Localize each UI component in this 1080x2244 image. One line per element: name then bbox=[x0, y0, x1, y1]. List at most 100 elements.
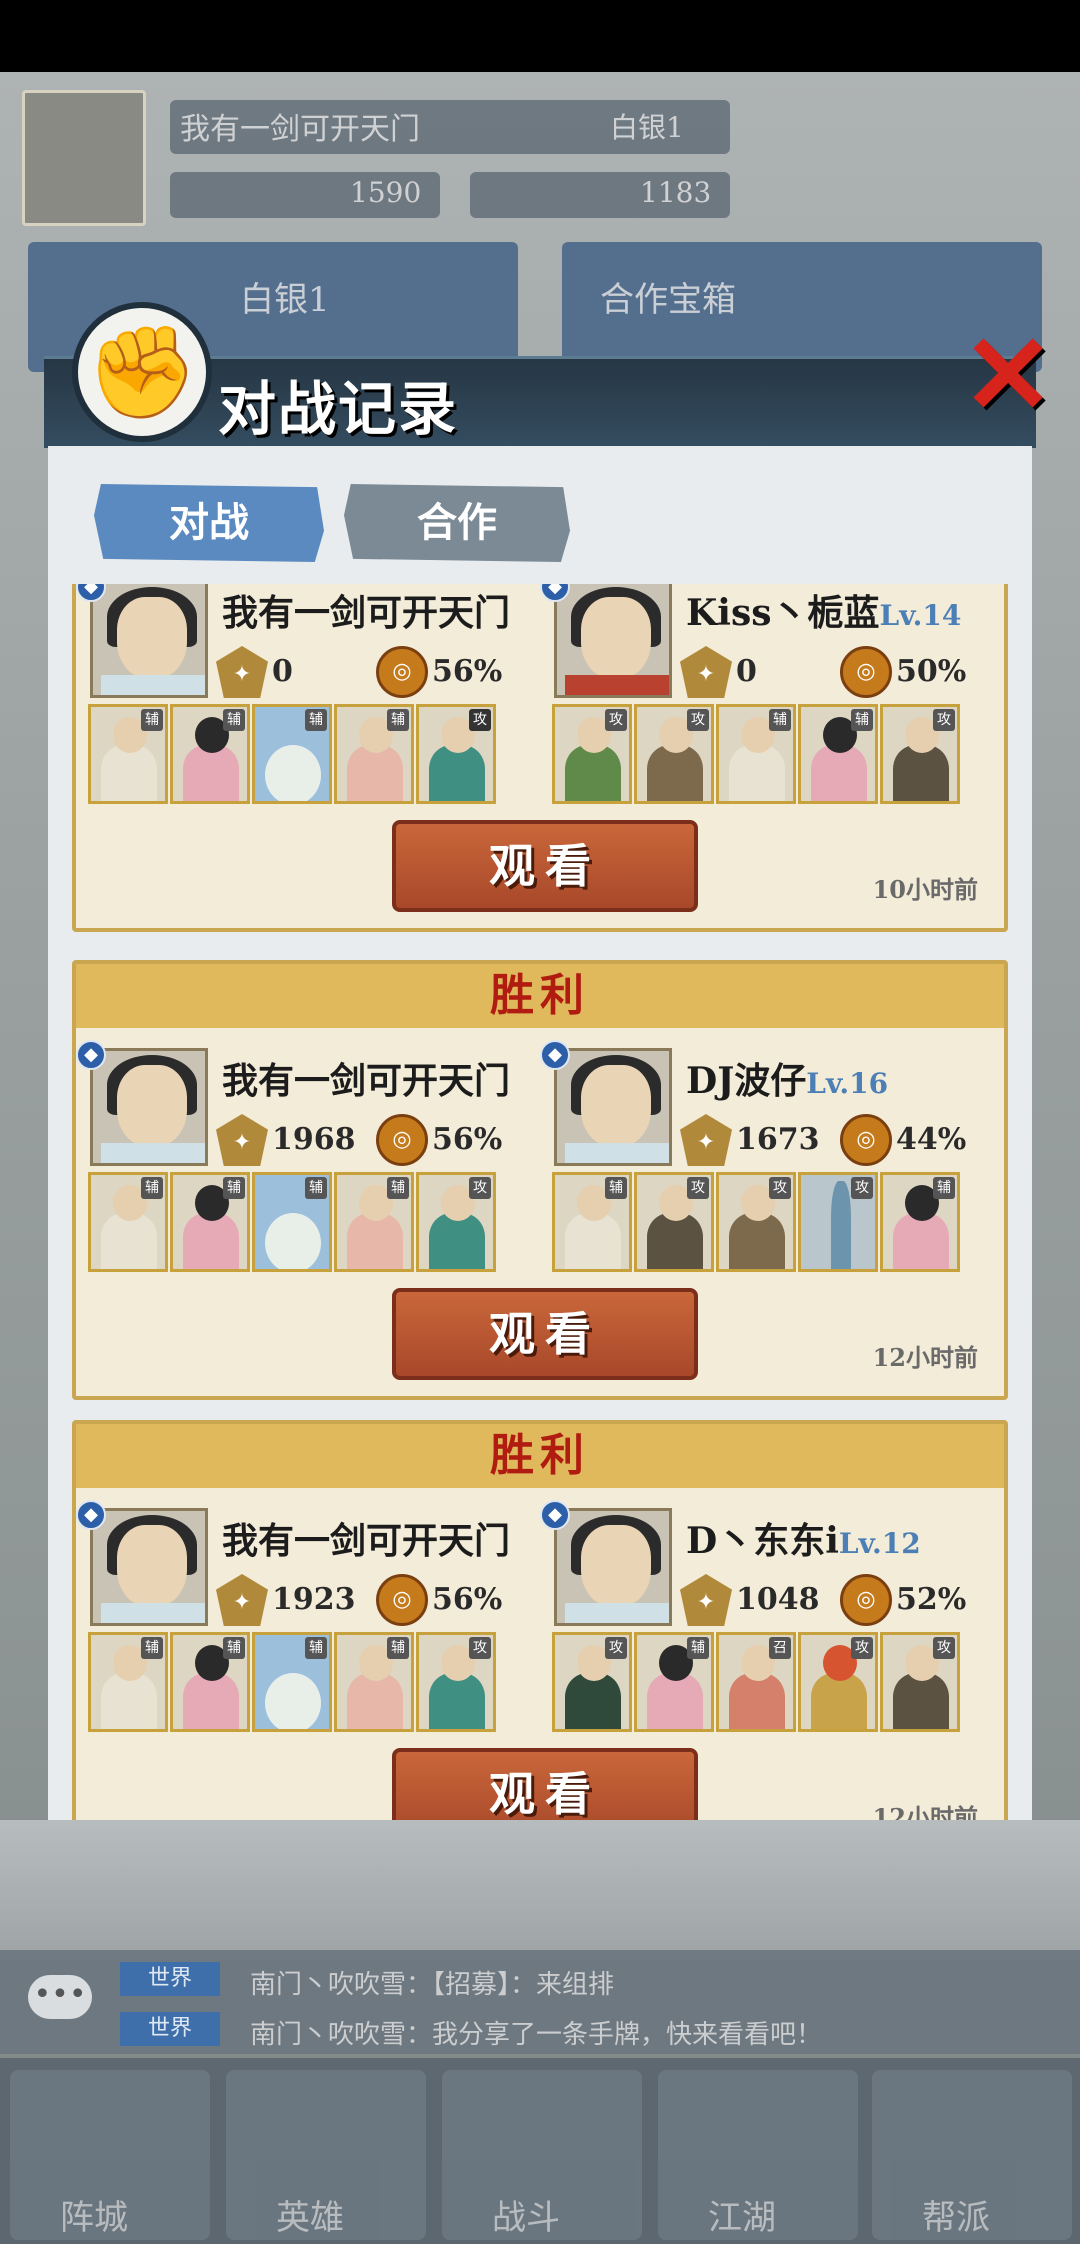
chat-message[interactable]: 南门丶吹吹雪：【招募】：来组排 bbox=[250, 1964, 614, 2001]
chat-message[interactable]: 南门丶吹吹雪：我分享了一条手牌，快来看看吧！ bbox=[250, 2014, 822, 2051]
hero-card[interactable]: 辅 bbox=[88, 1172, 168, 1272]
left-player: ◆ 我有一剑可开天门 ✦ 0 ◎ 56% 辅 辅 辅 辅 攻 bbox=[76, 584, 536, 830]
watch-replay-button[interactable]: 观看 bbox=[392, 820, 698, 912]
winrate-medal-icon: ◎ bbox=[376, 646, 428, 698]
hero-card[interactable]: 辅 bbox=[334, 1172, 414, 1272]
nav-item[interactable]: 英雄 bbox=[226, 2070, 426, 2240]
hero-card[interactable]: 辅 bbox=[252, 1172, 332, 1272]
hero-card[interactable]: 攻 bbox=[416, 1632, 496, 1732]
chat-channel-tag: 世界 bbox=[120, 2012, 220, 2046]
hero-card[interactable]: 辅 bbox=[716, 704, 796, 804]
hero-card[interactable]: 辅 bbox=[634, 1632, 714, 1732]
hero-lineup: 辅 辅 辅 辅 攻 bbox=[88, 704, 496, 804]
player-name: 我有一剑可开天门 bbox=[222, 592, 511, 634]
nav-item[interactable]: 帮派 bbox=[872, 2070, 1072, 2240]
rank-shield-icon: ✦ bbox=[680, 1574, 732, 1626]
result-banner: 胜利 bbox=[76, 1424, 1004, 1488]
hero-card[interactable]: 辅 bbox=[88, 1632, 168, 1732]
watch-replay-button[interactable]: 观看 bbox=[392, 1748, 698, 1820]
player-name: D丶东东iLv.12 bbox=[686, 1520, 921, 1562]
player-portrait[interactable] bbox=[90, 1508, 208, 1626]
hero-lineup: 攻 攻 辅 辅 攻 bbox=[552, 704, 960, 804]
hero-card[interactable]: 攻 bbox=[416, 1172, 496, 1272]
player-badge-icon: ◆ bbox=[540, 1040, 570, 1070]
winrate: 56% bbox=[432, 654, 503, 689]
bg-player-name: 我有一剑可开天门 bbox=[180, 112, 420, 147]
tab-battle[interactable]: 对战 bbox=[94, 484, 324, 562]
player-portrait[interactable] bbox=[554, 1048, 672, 1166]
nav-item[interactable]: 阵城 bbox=[10, 2070, 210, 2240]
battle-record-card: ◆ 我有一剑可开天门 ✦ 0 ◎ 56% 辅 辅 辅 辅 攻 ◆ Kiss丶栀蓝… bbox=[72, 584, 1008, 932]
watch-replay-button[interactable]: 观看 bbox=[392, 1288, 698, 1380]
hero-card[interactable]: 辅 bbox=[170, 1632, 250, 1732]
nav-item[interactable]: 战斗 bbox=[442, 2070, 642, 2240]
rank-shield-icon: ✦ bbox=[680, 1114, 732, 1166]
hero-card[interactable]: 辅 bbox=[252, 704, 332, 804]
result-banner: 胜利 bbox=[76, 964, 1004, 1028]
player-portrait[interactable] bbox=[90, 584, 208, 698]
chat-channel-tag: 世界 bbox=[120, 1962, 220, 1996]
rank-score: 0 bbox=[272, 654, 293, 689]
hero-card[interactable]: 辅 bbox=[170, 1172, 250, 1272]
battle-record-list[interactable]: ◆ 我有一剑可开天门 ✦ 0 ◎ 56% 辅 辅 辅 辅 攻 ◆ Kiss丶栀蓝… bbox=[72, 584, 1008, 1820]
left-player: ◆ 我有一剑可开天门 ✦ 1968 ◎ 56% 辅 辅 辅 辅 攻 bbox=[76, 1040, 536, 1298]
rank-shield-icon: ✦ bbox=[216, 1574, 268, 1626]
tab-coop[interactable]: 合作 bbox=[344, 484, 570, 562]
hero-card[interactable]: 攻 bbox=[880, 1632, 960, 1732]
right-player: ◆ DJ波仔Lv.16 ✦ 1673 ◎ 44% 辅 攻 攻 攻 辅 bbox=[540, 1040, 1000, 1298]
hero-card[interactable]: 辅 bbox=[170, 704, 250, 804]
player-badge-icon: ◆ bbox=[540, 1500, 570, 1530]
rank-score: 1673 bbox=[736, 1122, 820, 1157]
hero-lineup: 辅 辅 辅 辅 攻 bbox=[88, 1172, 496, 1272]
player-name: Kiss丶栀蓝Lv.14 bbox=[686, 592, 962, 634]
hero-card[interactable]: 攻 bbox=[880, 704, 960, 804]
player-name: 我有一剑可开天门 bbox=[222, 1060, 511, 1102]
hero-card[interactable]: 辅 bbox=[252, 1632, 332, 1732]
player-portrait[interactable] bbox=[90, 1048, 208, 1166]
screen: { "background": { "top_name": "我有一剑可开天门"… bbox=[0, 0, 1080, 2244]
hero-card[interactable]: 攻 bbox=[634, 704, 714, 804]
rank-score: 1048 bbox=[736, 1582, 820, 1617]
fog-overlay bbox=[0, 1820, 1080, 1960]
player-portrait[interactable] bbox=[554, 584, 672, 698]
record-time: 10小时前 bbox=[872, 875, 978, 904]
battle-record-emblem-icon: ✊ bbox=[72, 302, 212, 442]
winrate-medal-icon: ◎ bbox=[840, 1114, 892, 1166]
winrate-medal-icon: ◎ bbox=[840, 1574, 892, 1626]
rank-shield-icon: ✦ bbox=[680, 646, 732, 698]
bg-rank-panel-label: 白银1 bbox=[240, 280, 330, 320]
hero-card[interactable]: 召 bbox=[716, 1632, 796, 1732]
rank-score: 1968 bbox=[272, 1122, 356, 1157]
right-player: ◆ D丶东东iLv.12 ✦ 1048 ◎ 52% 攻 辅 召 攻 攻 bbox=[540, 1500, 1000, 1758]
bg-stat-1: 1590 bbox=[350, 176, 422, 209]
bg-stat-2: 1183 bbox=[640, 176, 712, 209]
hero-card[interactable]: 辅 bbox=[334, 1632, 414, 1732]
rank-shield-icon: ✦ bbox=[216, 646, 268, 698]
hero-card[interactable]: 辅 bbox=[334, 704, 414, 804]
winrate-medal-icon: ◎ bbox=[376, 1114, 428, 1166]
hero-card[interactable]: 辅 bbox=[552, 1172, 632, 1272]
winrate-medal-icon: ◎ bbox=[376, 1574, 428, 1626]
hero-card[interactable]: 辅 bbox=[798, 704, 878, 804]
winrate: 56% bbox=[432, 1122, 503, 1157]
winrate-medal-icon: ◎ bbox=[840, 646, 892, 698]
bg-player-rank: 白银1 bbox=[610, 111, 684, 144]
hero-lineup: 攻 辅 召 攻 攻 bbox=[552, 1632, 960, 1732]
chat-bubble-icon[interactable]: ••• bbox=[28, 1975, 92, 2019]
close-button[interactable]: ✕ bbox=[962, 320, 1054, 430]
player-name: DJ波仔Lv.16 bbox=[686, 1060, 889, 1102]
hero-card[interactable]: 攻 bbox=[634, 1172, 714, 1272]
left-player: ◆ 我有一剑可开天门 ✦ 1923 ◎ 56% 辅 辅 辅 辅 攻 bbox=[76, 1500, 536, 1758]
record-time: 12小时前 bbox=[872, 1343, 978, 1372]
player-badge-icon: ◆ bbox=[76, 1500, 106, 1530]
hero-card[interactable]: 攻 bbox=[798, 1172, 878, 1272]
player-portrait[interactable] bbox=[554, 1508, 672, 1626]
hero-card[interactable]: 攻 bbox=[552, 1632, 632, 1732]
hero-card[interactable]: 攻 bbox=[716, 1172, 796, 1272]
nav-item[interactable]: 江湖 bbox=[658, 2070, 858, 2240]
hero-card[interactable]: 攻 bbox=[552, 704, 632, 804]
hero-card[interactable]: 辅 bbox=[880, 1172, 960, 1272]
hero-card[interactable]: 攻 bbox=[416, 704, 496, 804]
hero-card[interactable]: 攻 bbox=[798, 1632, 878, 1732]
hero-card[interactable]: 辅 bbox=[88, 704, 168, 804]
